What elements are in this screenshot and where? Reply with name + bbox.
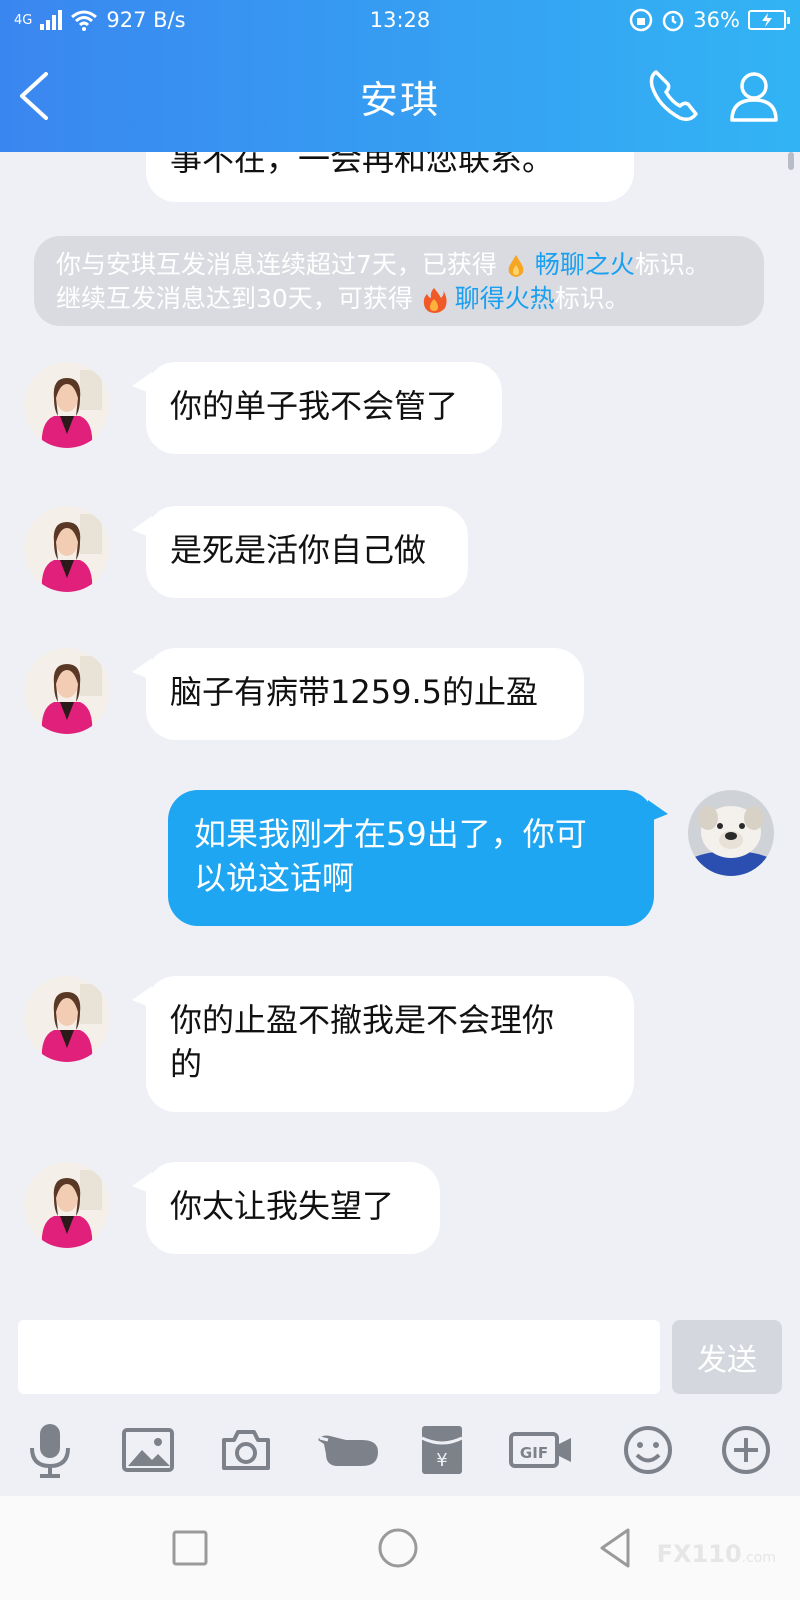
home-icon[interactable] — [376, 1526, 420, 1570]
badge-link-chat-fire[interactable]: 畅聊之火 — [535, 250, 635, 279]
contact-avatar[interactable] — [24, 362, 110, 448]
watermark: FX110.com — [657, 1540, 776, 1568]
status-bar: 4G 927 B/s 13:28 36% — [0, 0, 800, 40]
message-text: 以说这话啊 — [194, 859, 355, 897]
send-button[interactable]: 发送 — [672, 1320, 782, 1394]
recent-apps-icon[interactable] — [168, 1526, 212, 1570]
profile-icon[interactable] — [724, 66, 784, 126]
message-text: 如果我刚才在59出了，你可 — [194, 815, 587, 853]
system-notice-text: 标识。 — [554, 284, 630, 313]
emoji-icon — [624, 1426, 672, 1474]
image-icon — [122, 1428, 174, 1472]
rotation-lock-icon — [630, 8, 653, 32]
system-notice-line2: 继续互发消息达到30天，可获得 聊得火热标识。 — [56, 282, 742, 316]
my-avatar[interactable] — [688, 790, 774, 876]
message-text: 你的单子我不会管了 — [170, 387, 459, 425]
back-icon[interactable] — [594, 1526, 638, 1570]
pointing-hand-icon — [318, 1435, 378, 1466]
contact-avatar[interactable] — [24, 976, 110, 1062]
badge-link-hot-chat[interactable]: 聊得火热 — [455, 284, 555, 313]
message-bubble-received[interactable]: 你太让我失望了 — [132, 1162, 440, 1254]
phone-icon[interactable] — [644, 66, 704, 126]
signal-label: 4G — [14, 12, 33, 28]
message-bubble-received[interactable]: 是死是活你自己做 — [132, 506, 468, 598]
contact-avatar[interactable] — [24, 648, 110, 734]
message-text: 脑子有病带1259.5的止盈 — [170, 673, 538, 711]
watermark-suffix: .com — [741, 1550, 776, 1566]
gif-icon: GIF — [509, 1432, 571, 1468]
signal-icon — [40, 10, 63, 30]
system-notice-text: 标识。 — [634, 250, 710, 279]
hot-fire-badge-icon — [423, 288, 447, 313]
battery-icon — [747, 10, 790, 30]
message-text: 你太让我失望了 — [170, 1187, 395, 1225]
message-text: 事不在，一会再和您联系。 — [170, 152, 555, 178]
status-time: 13:28 — [369, 8, 431, 32]
message-bubble-received[interactable]: 脑子有病带1259.5的止盈 — [132, 648, 584, 740]
camera-icon — [222, 1430, 270, 1470]
system-navigation-bar: FX110.com — [0, 1496, 800, 1600]
system-notice: 你与安琪互发消息连续超过7天，已获得 畅聊之火标识。 继续互发消息达到30天，可… — [34, 236, 764, 326]
wifi-icon — [71, 10, 98, 31]
message-input[interactable] — [18, 1320, 660, 1394]
system-notice-text: 继续互发消息达到30天，可获得 — [56, 284, 413, 313]
message-bubble-sent[interactable]: 如果我刚才在59出了，你可 以说这话啊 — [168, 790, 668, 926]
red-packet-button[interactable]: ¥ — [412, 1420, 472, 1480]
poke-button[interactable] — [314, 1420, 384, 1480]
chat-message-list[interactable]: 事不在，一会再和您联系。 你与安琪互发消息连续超过7天，已获得 畅聊之火标识。 … — [0, 152, 800, 1292]
svg-text:GIF: GIF — [520, 1444, 548, 1462]
status-right: 36% — [529, 8, 790, 32]
message-text: 你的止盈不撤我是不会理你 — [170, 1001, 555, 1039]
message-composer: 发送 — [0, 1292, 800, 1400]
microphone-icon — [30, 1424, 70, 1478]
network-speed: 927 B/s — [106, 8, 186, 32]
message-bubble-partial: 事不在，一会再和您联系。 — [146, 152, 634, 202]
system-notice-text: 你与安琪互发消息连续超过7天，已获得 — [56, 250, 497, 279]
battery-percent: 36% — [693, 8, 740, 32]
voice-button[interactable] — [20, 1420, 80, 1480]
chat-header: 安琪 — [0, 40, 800, 152]
emoji-button[interactable] — [618, 1420, 678, 1480]
message-bubble-received[interactable]: 你的单子我不会管了 — [132, 362, 502, 454]
message-text: 的 — [170, 1045, 203, 1083]
fire-badge-icon — [508, 255, 524, 277]
svg-text:¥: ¥ — [436, 1450, 447, 1471]
input-toolbar: ¥ GIF — [0, 1400, 800, 1496]
camera-button[interactable] — [216, 1420, 276, 1480]
message-text: 是死是活你自己做 — [170, 531, 427, 569]
status-left: 4G 927 B/s — [14, 8, 271, 32]
contact-avatar[interactable] — [24, 1162, 110, 1248]
message-bubble-received[interactable]: 你的止盈不撤我是不会理你 的 — [132, 976, 634, 1112]
plus-circle-icon — [722, 1426, 770, 1474]
contact-avatar[interactable] — [24, 506, 110, 592]
red-packet-icon: ¥ — [421, 1426, 463, 1474]
watermark-brand: FX110 — [656, 1540, 742, 1568]
scrollbar[interactable] — [788, 152, 794, 170]
system-notice-line1: 你与安琪互发消息连续超过7天，已获得 畅聊之火标识。 — [56, 248, 742, 282]
gif-button[interactable]: GIF — [508, 1420, 574, 1480]
image-button[interactable] — [118, 1420, 178, 1480]
more-button[interactable] — [716, 1420, 776, 1480]
alarm-icon — [663, 10, 684, 32]
